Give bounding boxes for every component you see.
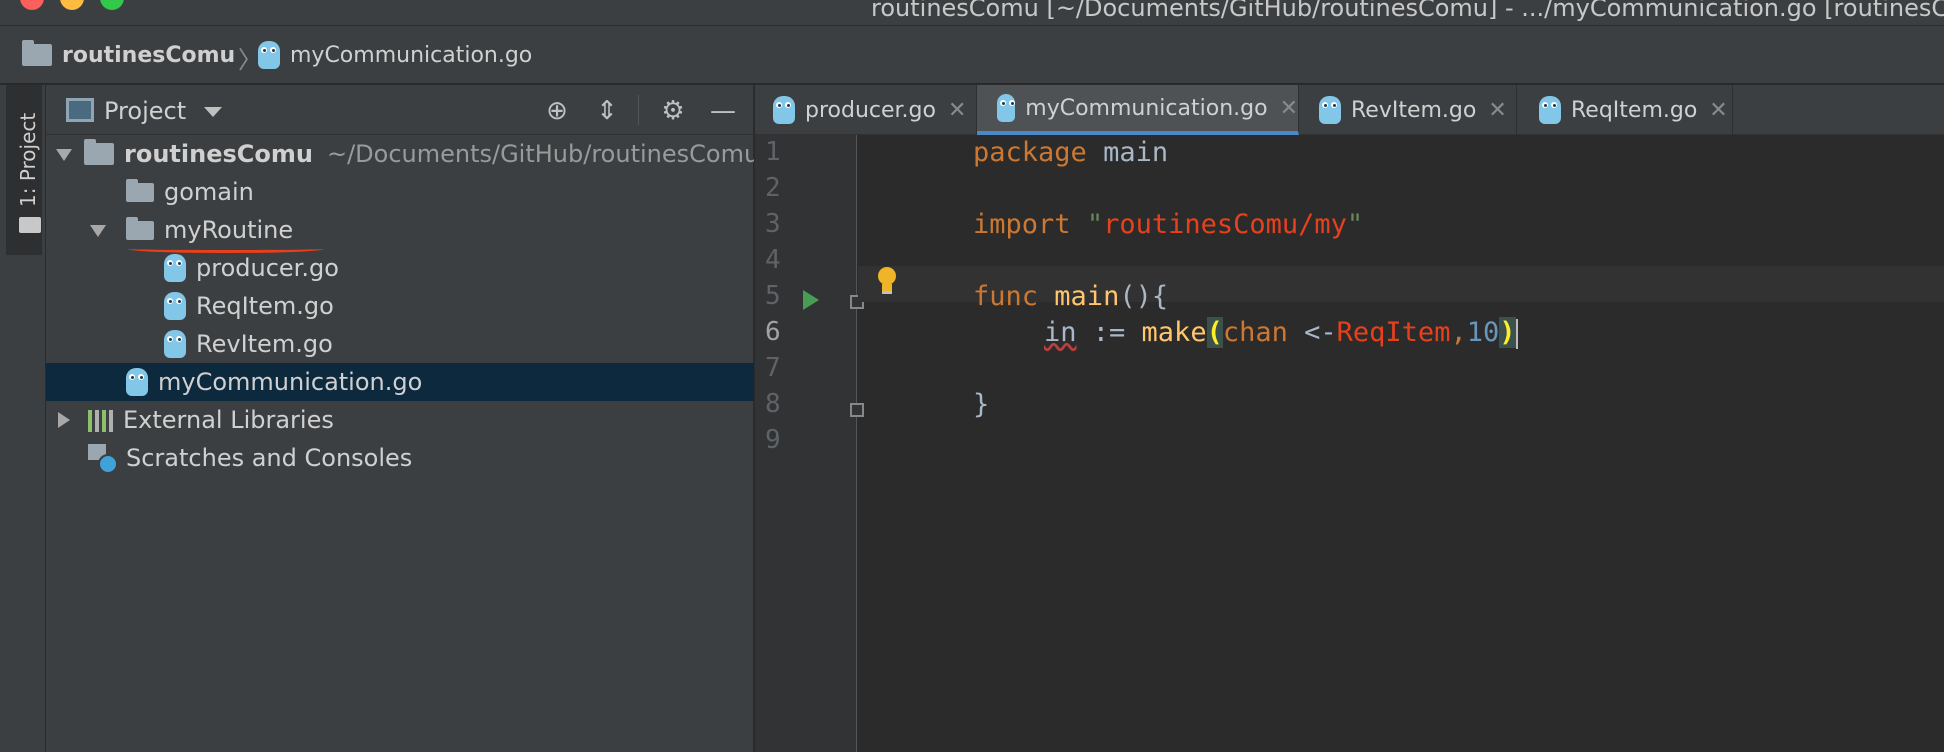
code-editor[interactable]: package main import "routinesComu/my" fu… [858,135,1944,752]
tab-producer[interactable]: producer.go ✕ [755,85,977,135]
expand-arrow-icon[interactable] [58,412,70,428]
close-icon[interactable]: ✕ [948,98,966,123]
tree-item-label: producer.go [196,254,339,282]
folder-icon [126,178,154,202]
tab-label: myCommunication.go [1025,95,1268,121]
chevron-down-icon[interactable] [204,107,222,117]
breadcrumb-file[interactable]: myCommunication.go [258,41,533,69]
tree-item-scratches[interactable]: Scratches and Consoles [46,439,754,477]
tree-item-revitem[interactable]: RevItem.go [46,325,754,363]
lightbulb-icon[interactable] [876,267,898,299]
folder-icon [19,217,41,233]
scratches-icon [88,444,118,474]
tab-label: ReqItem.go [1571,97,1698,123]
go-file-icon [1319,96,1341,124]
window-titlebar: routinesComu [~/Documents/GitHub/routine… [0,0,1944,26]
tree-item-external-libraries[interactable]: External Libraries [46,401,754,439]
line-number: 5 [765,281,781,311]
tree-item-producer[interactable]: producer.go [46,249,754,287]
line-number: 4 [765,245,781,275]
go-file-icon [164,292,186,320]
gear-icon[interactable]: ⚙ [658,96,688,126]
annotation-underline [128,245,324,253]
expand-arrow-icon[interactable] [56,149,72,161]
zoom-window-button[interactable] [100,0,124,10]
code-line-6: in := make(chan <-ReqItem,10) [1044,317,1518,349]
tree-item-label: routinesComu [124,140,313,168]
line-number: 2 [765,173,781,203]
tab-revitem[interactable]: RevItem.go ✕ [1299,85,1517,135]
close-icon[interactable]: ✕ [1280,96,1298,121]
tree-item-reqitem[interactable]: ReqItem.go [46,287,754,325]
collapse-all-icon[interactable]: ⇕ [592,96,622,126]
close-window-button[interactable] [20,0,44,10]
tree-item-root[interactable]: routinesComu ~/Documents/GitHub/routines… [46,135,754,173]
code-line-1: package main [973,137,1169,168]
editor-gutter: 1 2 3 4 5 6 7 8 9 [755,135,864,752]
navigation-bar: routinesComu 〉 myCommunication.go [0,26,1944,84]
go-file-icon [773,96,795,124]
tree-item-label: ReqItem.go [196,292,334,320]
go-file-icon [126,368,148,396]
go-file-icon [164,254,186,282]
tree-item-myroutine[interactable]: myRoutine [46,211,754,249]
library-icon [88,408,113,432]
line-number: 8 [765,389,781,419]
tree-item-label: External Libraries [123,406,334,434]
line-number-current: 6 [765,317,781,347]
tab-label: RevItem.go [1351,97,1477,123]
locate-file-icon[interactable]: ⊕ [542,96,572,126]
line-number: 7 [765,353,781,383]
go-file-icon [997,94,1016,122]
tree-item-label: Scratches and Consoles [126,444,413,472]
code-line-5: func main(){ [973,281,1169,312]
line-number: 1 [765,137,781,167]
breadcrumb-project[interactable]: routinesComu [22,40,236,68]
tree-item-label: myCommunication.go [158,368,423,396]
go-file-icon [258,41,280,69]
header-divider [638,95,639,125]
window-title: routinesComu [~/Documents/GitHub/routine… [871,0,1944,22]
tree-item-label: RevItem.go [196,330,333,358]
editor-area: producer.go ✕ myCommunication.go ✕ RevIt… [755,85,1944,752]
hide-panel-icon[interactable]: — [708,96,738,126]
tree-item-gomain[interactable]: gomain [46,173,754,211]
expand-arrow-icon[interactable] [90,225,106,237]
tab-label: producer.go [805,97,936,123]
go-file-icon [1539,96,1561,124]
text-caret [1515,318,1518,349]
close-icon[interactable]: ✕ [1488,98,1506,123]
breadcrumb-project-label: routinesComu [62,42,236,68]
tree-item-mycommunication[interactable]: myCommunication.go [46,363,754,401]
project-view-selector[interactable]: Project [104,97,186,125]
project-panel: Project ⊕ ⇕ ⚙ — routinesComu ~/Documents… [46,85,754,752]
tree-item-path: ~/Documents/GitHub/routinesComu [326,140,754,168]
tree-item-label: myRoutine [164,216,294,244]
folder-icon [84,139,114,165]
tree-item-label: gomain [164,178,254,206]
tab-reqitem[interactable]: ReqItem.go ✕ [1517,85,1733,135]
code-line-8: } [973,389,990,420]
code-line-3: import "routinesComu/my" [973,209,1364,240]
minimize-window-button[interactable] [60,0,84,10]
folder-icon [22,40,52,66]
project-tool-tab[interactable]: 1: Project [6,85,42,255]
editor-tab-bar: producer.go ✕ myCommunication.go ✕ RevIt… [755,85,1944,135]
run-icon[interactable] [803,290,819,310]
tab-mycommunication[interactable]: myCommunication.go ✕ [977,85,1299,135]
left-tool-strip: 1: Project [0,85,46,752]
folder-icon [126,216,154,240]
line-number: 3 [765,209,781,239]
breadcrumb-file-label: myCommunication.go [290,42,533,68]
close-icon[interactable]: ✕ [1709,98,1727,123]
project-view-icon [66,98,94,122]
go-file-icon [164,330,186,358]
project-tool-tab-label: 1: Project [16,112,40,207]
line-number: 9 [765,425,781,455]
project-panel-header: Project ⊕ ⇕ ⚙ — [46,85,754,135]
